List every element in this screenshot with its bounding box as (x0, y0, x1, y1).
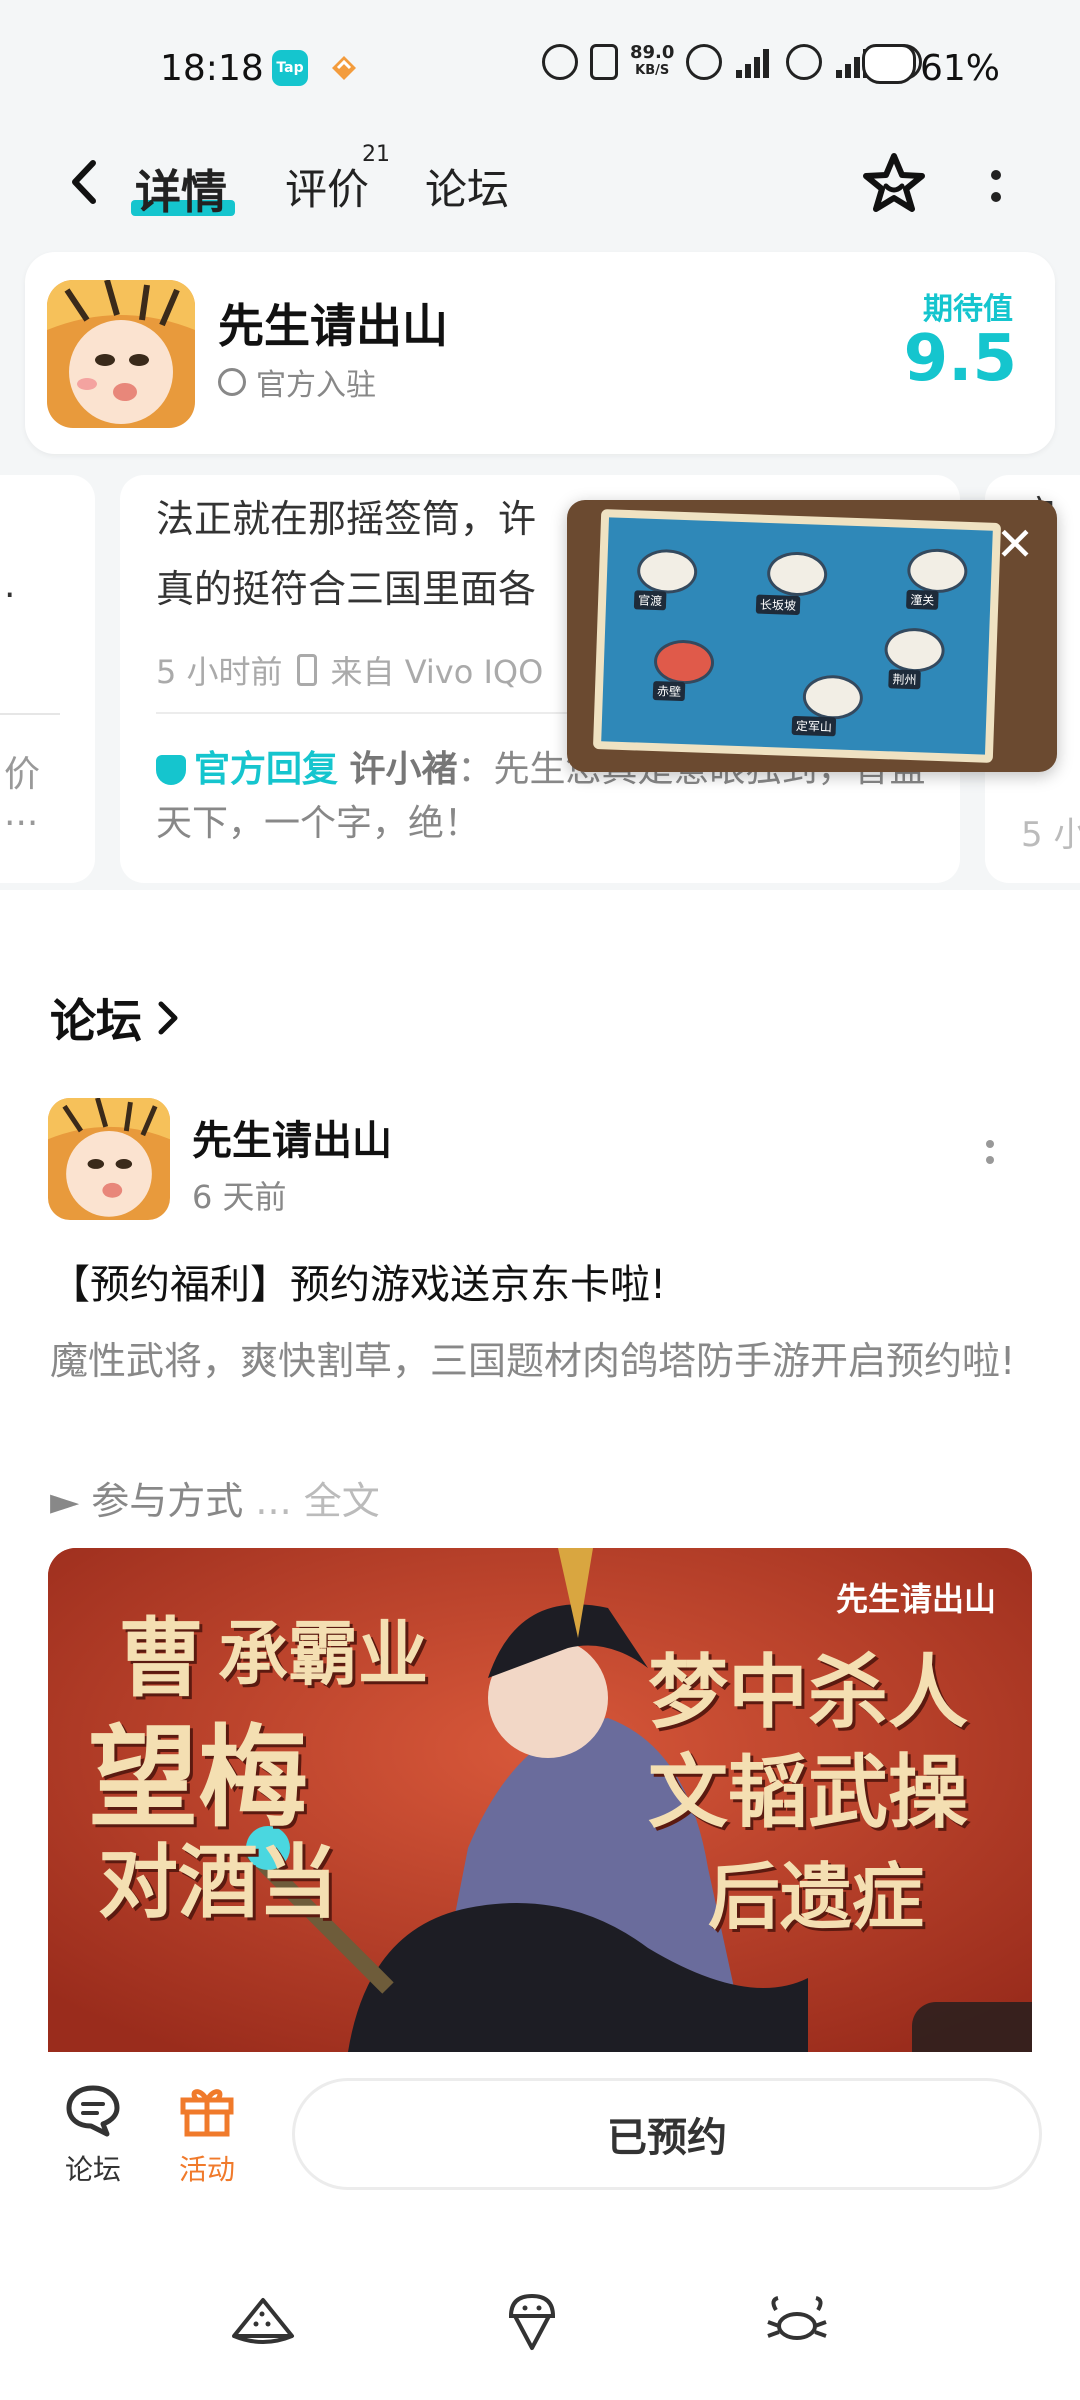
post-participation[interactable]: ► 参与方式 ... 全文 (50, 1470, 380, 1525)
review-count-badge: 21 (362, 142, 390, 167)
wifi-cat-icon (786, 44, 823, 80)
system-navigation (0, 2242, 1080, 2400)
battery-cat-icon (862, 44, 916, 84)
close-icon[interactable]: ✕ (993, 521, 1037, 567)
status-time: 18:18 (160, 48, 264, 89)
official-badge: 官方入驻 (218, 360, 376, 404)
gift-icon (180, 2089, 234, 2137)
signal-icon (736, 49, 770, 78)
top-nav: 详情 评价 21 论坛 (0, 130, 1080, 250)
network-speed: 89.0 KB/S (630, 42, 675, 79)
activity-shortcut-button[interactable]: 活动 (172, 2082, 242, 2188)
game-title: 先生请出山 (218, 299, 448, 353)
image-logo: 先生请出山 (835, 1580, 996, 1618)
face-icon (686, 44, 723, 80)
tab-details[interactable]: 详情 (135, 156, 227, 222)
nav-back-button[interactable] (762, 2292, 832, 2352)
post-image[interactable]: 曹 承霸业 望梅 对酒当 梦中杀人 文韬武操 后遗症 先生请出山 (48, 1548, 1032, 2052)
nav-recents-button[interactable] (228, 2292, 298, 2352)
reserved-button[interactable]: 已预约 (292, 2078, 1042, 2190)
status-bar: 18:18 Tap 89.0 KB/S 61% (0, 0, 1080, 130)
chevron-right-icon (158, 1001, 178, 1035)
star-icon (863, 153, 925, 212)
post-author-name[interactable]: 先生请出山 (192, 1108, 392, 1166)
favorite-button[interactable] (858, 148, 930, 220)
ice-cream-icon (508, 2293, 556, 2350)
app-notification-icon (326, 50, 362, 86)
post-author-avatar[interactable] (48, 1098, 170, 1220)
post-time: 6 天前 (192, 1178, 287, 1216)
battery-level: 61% (920, 48, 1001, 89)
phone-icon (296, 654, 317, 686)
tab-reviews[interactable]: 评价 (285, 156, 369, 217)
more-options-button[interactable] (978, 158, 1014, 214)
forum-section-header[interactable]: 论坛 (50, 985, 180, 1051)
full-text-link[interactable]: ... 全文 (255, 1479, 379, 1523)
review-card-previous[interactable]: . 价 ... (0, 475, 95, 883)
forum-shortcut-button[interactable]: 论坛 (58, 2082, 128, 2188)
nav-home-button[interactable] (497, 2292, 567, 2352)
taptap-notification-icon: Tap (272, 50, 308, 86)
bottom-action-bar: 论坛 活动 已预约 (0, 2052, 1080, 2242)
back-icon (72, 160, 96, 204)
back-button[interactable] (55, 152, 115, 212)
watermelon-icon (232, 2298, 294, 2344)
chat-bubble-icon (66, 2085, 120, 2137)
expectation-score: 9.5 (903, 322, 1017, 396)
floating-video-preview[interactable]: 官渡 长坂坡 潼关 赤壁 荆州 定军山 ✕ (567, 500, 1057, 772)
post-more-button[interactable] (978, 1140, 1002, 1180)
game-map-image: 官渡 长坂坡 潼关 赤壁 荆州 定军山 (592, 509, 1002, 763)
alarm-icon (542, 44, 578, 80)
official-shield-icon (156, 755, 186, 785)
cat-notification-icon (590, 44, 618, 80)
post-title[interactable]: 【预约福利】预约游戏送京东卡啦! (50, 1252, 666, 1310)
game-icon (47, 280, 195, 428)
image-count-badge (912, 2002, 1032, 2052)
game-info-card[interactable]: 先生请出山 官方入驻 期待值 9.5 (25, 252, 1055, 454)
review-meta: 5 小时前 来自 Vivo IQO (156, 653, 544, 691)
tab-forum[interactable]: 论坛 (425, 156, 509, 217)
crab-icon (767, 2296, 827, 2340)
post-body[interactable]: 魔性武将，爽快割草，三国题材肉鸽塔防手游开启预约啦! (50, 1326, 1040, 1396)
check-icon (218, 368, 246, 396)
